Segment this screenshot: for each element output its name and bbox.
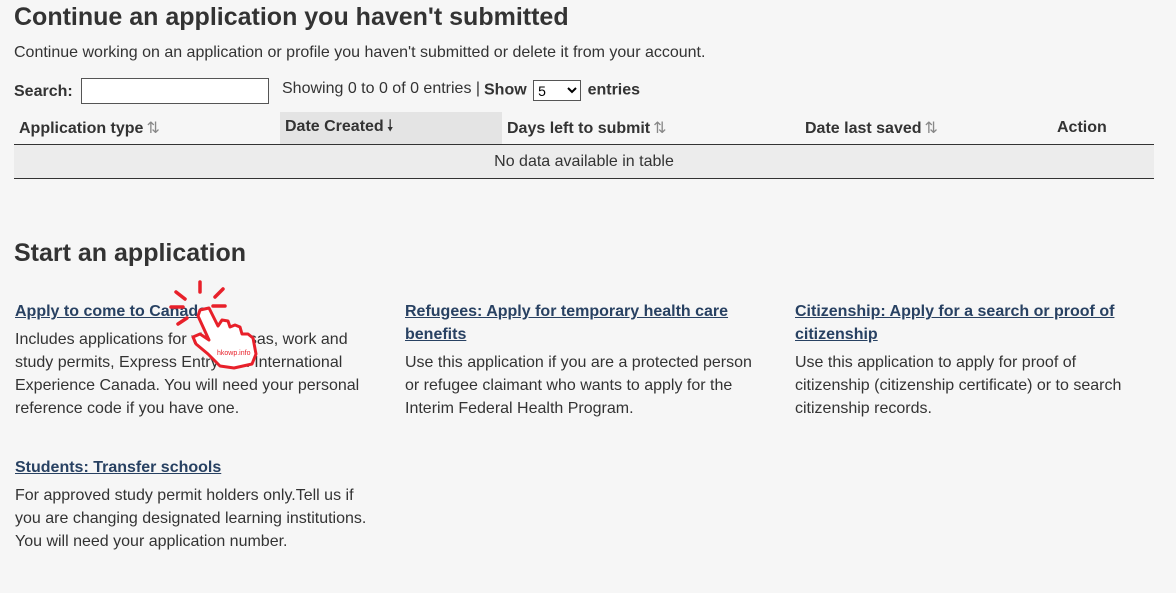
column-header-date-last-saved[interactable]: Date last saved ⇅ bbox=[800, 112, 1052, 145]
column-header-label: Application type bbox=[19, 120, 144, 137]
column-header-label: Date last saved bbox=[805, 120, 922, 137]
column-header-date-created[interactable]: Date Created 🠗 bbox=[280, 112, 502, 145]
page-size-select[interactable]: 5 bbox=[533, 80, 582, 101]
sort-desc-icon[interactable]: 🠗 bbox=[387, 118, 394, 135]
transfer-schools-link[interactable]: Students: Transfer schools bbox=[15, 456, 375, 479]
card-description: Use this application to apply for proof … bbox=[795, 354, 1122, 417]
column-header-label: Date Created bbox=[285, 117, 384, 135]
applications-table: Application type ⇅ Date Created 🠗 Days lef… bbox=[14, 112, 1154, 179]
continue-section-title: Continue an application you haven't subm… bbox=[14, 3, 569, 31]
search-label: Search: bbox=[14, 83, 73, 100]
table-controls: Search: Showing 0 to 0 of 0 entries | Sh… bbox=[14, 78, 1154, 108]
card-description: Includes applications for visitor visas,… bbox=[15, 331, 360, 417]
card-description: For approved study permit holders only.T… bbox=[15, 487, 367, 550]
apply-to-canada-link[interactable]: Apply to come to Canada bbox=[15, 300, 375, 323]
start-section-title: Start an application bbox=[14, 239, 246, 267]
table-header-row: Application type ⇅ Date Created 🠗 Days lef… bbox=[14, 112, 1154, 145]
table-info-text: Showing 0 to 0 of 0 entries | bbox=[282, 80, 481, 97]
continue-section-intro: Continue working on an application or pr… bbox=[14, 44, 706, 61]
card-refugees-health: Refugees: Apply for temporary health car… bbox=[405, 300, 765, 420]
citizenship-proof-link[interactable]: Citizenship: Apply for a search or proof… bbox=[795, 300, 1145, 346]
sort-both-icon[interactable]: ⇅ bbox=[925, 120, 938, 137]
card-transfer-schools: Students: Transfer schools For approved … bbox=[15, 456, 375, 553]
entries-label: entries bbox=[587, 81, 641, 99]
column-header-label: Action bbox=[1057, 119, 1107, 136]
column-header-days-left[interactable]: Days left to submit ⇅ bbox=[502, 112, 800, 145]
column-header-label: Days left to submit bbox=[507, 120, 651, 137]
column-header-application-type[interactable]: Application type ⇅ bbox=[14, 112, 280, 145]
column-header-action: Action bbox=[1052, 112, 1154, 145]
show-label: Show bbox=[484, 81, 527, 99]
sort-both-icon[interactable]: ⇅ bbox=[146, 120, 159, 137]
table-row: No data available in table bbox=[14, 144, 1154, 179]
card-description: Use this application if you are a protec… bbox=[405, 354, 752, 417]
card-apply-to-canada: Apply to come to Canada Includes applica… bbox=[15, 300, 375, 420]
search-input[interactable] bbox=[81, 78, 269, 104]
refugees-health-link[interactable]: Refugees: Apply for temporary health car… bbox=[405, 300, 765, 346]
page-size-control: Show 5 entries bbox=[484, 80, 640, 101]
card-citizenship-proof: Citizenship: Apply for a search or proof… bbox=[795, 300, 1145, 420]
sort-both-icon[interactable]: ⇅ bbox=[653, 120, 666, 137]
empty-table-message: No data available in table bbox=[14, 144, 1154, 179]
